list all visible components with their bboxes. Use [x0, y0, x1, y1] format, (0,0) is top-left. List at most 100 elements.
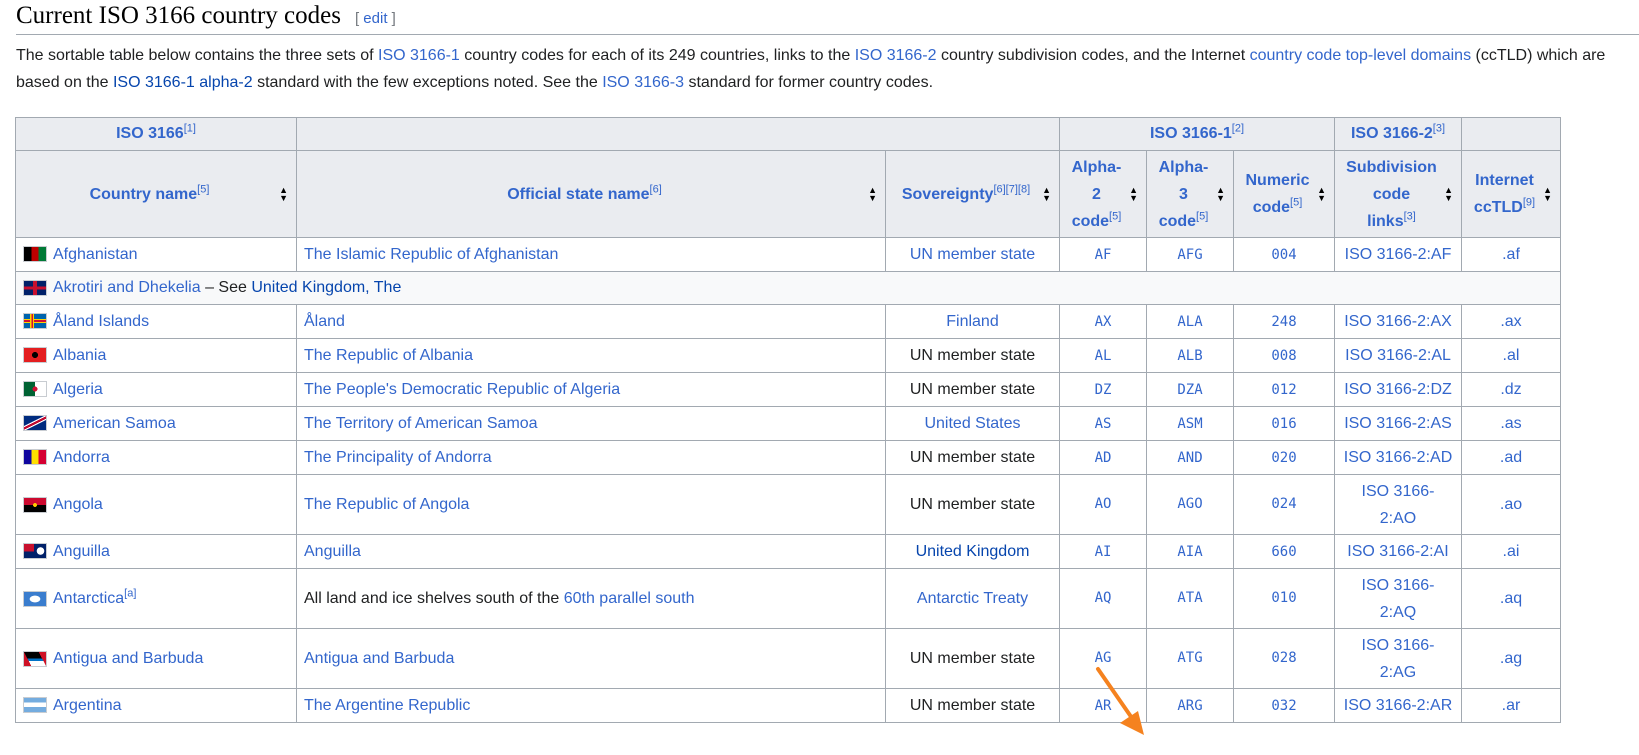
col-country-name[interactable]: Country name[5] ▲ ▼: [15, 150, 297, 238]
sovereignty-cell: UN member state: [885, 688, 1060, 723]
subdivision-cell: ISO 3166-2:DZ: [1334, 372, 1462, 407]
sort-icon[interactable]: ▲ ▼: [1444, 186, 1453, 203]
col-subdivision[interactable]: Subdivision code links[3] ▲ ▼: [1334, 150, 1462, 238]
edit-link[interactable]: edit: [363, 10, 387, 27]
official-cell: Anguilla: [296, 534, 886, 569]
sort-icon[interactable]: ▲ ▼: [1129, 186, 1138, 203]
sovereignty-cell: UN member state: [885, 372, 1060, 407]
tld-cell: .ax: [1461, 304, 1561, 339]
official-cell: The Territory of American Samoa: [296, 406, 886, 441]
tld-cell: .al: [1461, 338, 1561, 373]
country-cell: Åland Islands: [15, 304, 297, 339]
col-alpha-2[interactable]: Alpha- 2 code[5] ▲ ▼: [1059, 150, 1147, 238]
official-cell: The Republic of Albania: [296, 338, 886, 373]
official-cell: All land and ice shelves south of the 60…: [296, 568, 886, 629]
flag-andorra-icon: [23, 449, 47, 466]
alpha2-cell: DZ: [1059, 372, 1147, 407]
numeric-cell: 028: [1233, 628, 1335, 689]
sort-icon[interactable]: ▲ ▼: [279, 186, 288, 203]
official-cell: Åland: [296, 304, 886, 339]
alpha2-cell: AX: [1059, 304, 1147, 339]
column-header-row: Country name[5] ▲ ▼ Official state name[6]…: [15, 150, 1561, 238]
tld-cell: .ad: [1461, 440, 1561, 475]
subdivision-cell: ISO 3166-2:AD: [1334, 440, 1462, 475]
akrotiri-cell: Akrotiri and Dhekelia – See United Kingd…: [15, 271, 1561, 305]
country-cell: Albania: [15, 338, 297, 373]
flag-anguilla-icon: [23, 543, 47, 560]
sort-icon[interactable]: ▲ ▼: [1042, 186, 1051, 203]
subdivision-cell: ISO 3166- 2:AQ: [1334, 568, 1462, 629]
sort-icon[interactable]: ▲ ▼: [868, 186, 877, 203]
alpha2-cell: AO: [1059, 474, 1147, 535]
link-iso-3166-3[interactable]: ISO 3166-3: [602, 74, 684, 91]
official-cell: Antigua and Barbuda: [296, 628, 886, 689]
sort-icon[interactable]: ▲ ▼: [1216, 186, 1225, 203]
official-cell: The Principality of Andorra: [296, 440, 886, 475]
numeric-cell: 008: [1233, 338, 1335, 373]
table-row: Angola The Republic of Angola UN member …: [15, 474, 1561, 535]
header-iso-3166-2[interactable]: ISO 3166-2[3]: [1334, 117, 1462, 151]
sovereignty-cell: UN member state: [885, 474, 1060, 535]
sovereignty-cell: Finland: [885, 304, 1060, 339]
subdivision-cell: ISO 3166- 2:AG: [1334, 628, 1462, 689]
table-row: Argentina The Argentine Republic UN memb…: [15, 688, 1561, 723]
header-iso-3166-1[interactable]: ISO 3166-1[2]: [1059, 117, 1335, 151]
col-alpha-3[interactable]: Alpha- 3 code[5] ▲ ▼: [1146, 150, 1234, 238]
numeric-cell: 660: [1233, 534, 1335, 569]
link-iso-3166-2[interactable]: ISO 3166-2: [855, 47, 937, 64]
alpha3-cell: ASM: [1146, 406, 1234, 441]
table-row: Albania The Republic of Albania UN membe…: [15, 338, 1561, 373]
numeric-cell: 024: [1233, 474, 1335, 535]
alpha3-cell: DZA: [1146, 372, 1234, 407]
section-title: Current ISO 3166 country codes: [16, 2, 341, 29]
alpha2-cell: AQ: [1059, 568, 1147, 629]
link-iso-3166-1[interactable]: ISO 3166-1: [378, 47, 460, 64]
alpha3-cell: AGO: [1146, 474, 1234, 535]
header-iso-3166[interactable]: ISO 3166[1]: [15, 117, 297, 151]
header-blank: [296, 117, 1060, 151]
official-cell: The Argentine Republic: [296, 688, 886, 723]
numeric-cell: 010: [1233, 568, 1335, 629]
tld-cell: .af: [1461, 237, 1561, 272]
country-cell: American Samoa: [15, 406, 297, 441]
subdivision-cell: ISO 3166-2:AF: [1334, 237, 1462, 272]
tld-cell: .dz: [1461, 372, 1561, 407]
col-cctld[interactable]: Internet ccTLD[9] ▲ ▼: [1461, 150, 1561, 238]
sovereignty-cell: UN member state: [885, 237, 1060, 272]
tld-cell: .ar: [1461, 688, 1561, 723]
table-row: Afghanistan The Islamic Republic of Afgh…: [15, 237, 1561, 272]
country-codes-table: ISO 3166[1] ISO 3166-1[2] ISO 3166-2[3] …: [15, 117, 1561, 723]
alpha2-cell: AF: [1059, 237, 1147, 272]
country-cell: Algeria: [15, 372, 297, 407]
tld-cell: .ao: [1461, 474, 1561, 535]
flag-uk-icon: [23, 279, 47, 296]
alpha2-cell: AS: [1059, 406, 1147, 441]
table-row: Antarctica[a] All land and ice shelves s…: [15, 568, 1561, 629]
table-row: Antigua and Barbuda Antigua and Barbuda …: [15, 628, 1561, 689]
country-cell: Anguilla: [15, 534, 297, 569]
official-cell: The People's Democratic Republic of Alge…: [296, 372, 886, 407]
intro-paragraph: The sortable table below contains the th…: [16, 47, 1606, 91]
col-official-name[interactable]: Official state name[6] ▲ ▼: [296, 150, 886, 238]
country-cell: Afghanistan: [15, 237, 297, 272]
alpha2-cell: AI: [1059, 534, 1147, 569]
sort-icon[interactable]: ▲ ▼: [1317, 186, 1326, 203]
table-row: Andorra The Principality of Andorra UN m…: [15, 440, 1561, 475]
tld-cell: .aq: [1461, 568, 1561, 629]
country-cell: Argentina: [15, 688, 297, 723]
alpha3-cell: ALB: [1146, 338, 1234, 373]
col-sovereignty[interactable]: Sovereignty[6][7][8] ▲ ▼: [885, 150, 1060, 238]
sovereignty-cell: United Kingdom: [885, 534, 1060, 569]
section-heading: Current ISO 3166 country codes [ edit ]: [16, 2, 396, 30]
col-numeric[interactable]: Numeric code[5] ▲ ▼: [1233, 150, 1335, 238]
table-row: Algeria The People's Democratic Republic…: [15, 372, 1561, 407]
link-cctld[interactable]: country code top-level domains: [1250, 47, 1471, 64]
tld-cell: .as: [1461, 406, 1561, 441]
flag-antarctica-icon: [23, 590, 47, 607]
sort-icon[interactable]: ▲ ▼: [1543, 186, 1552, 203]
numeric-cell: 032: [1233, 688, 1335, 723]
official-cell: The Islamic Republic of Afghanistan: [296, 237, 886, 272]
flag-aland-icon: [23, 313, 47, 330]
alpha2-cell: AL: [1059, 338, 1147, 373]
link-iso-alpha-2[interactable]: ISO 3166-1 alpha-2: [113, 74, 253, 91]
